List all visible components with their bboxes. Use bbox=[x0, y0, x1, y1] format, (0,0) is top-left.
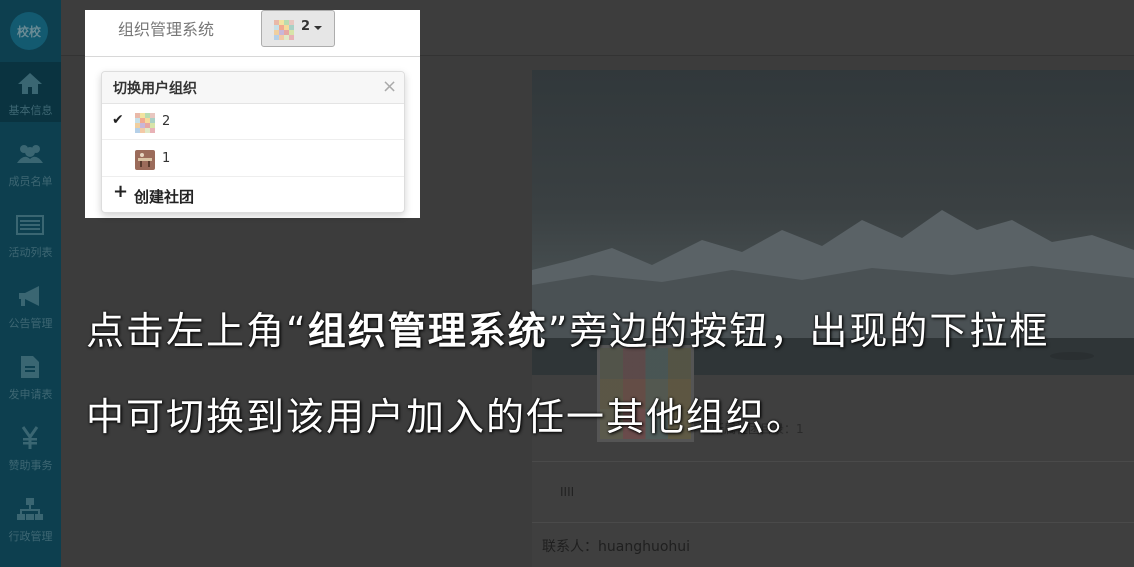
plus-icon: + bbox=[113, 181, 129, 202]
navbar-highlight: 组织管理系统 2 bbox=[85, 10, 420, 57]
current-org-number: 2 bbox=[301, 19, 311, 34]
divider bbox=[532, 461, 1134, 462]
org-option-1[interactable]: 1 bbox=[102, 141, 404, 177]
close-icon[interactable]: × bbox=[382, 77, 397, 97]
caption-highlight: 组织管理系统 bbox=[307, 309, 548, 353]
home-icon bbox=[15, 70, 45, 96]
sidebar-item-label: 成员名单 bbox=[8, 175, 53, 188]
check-icon: ✔ bbox=[112, 112, 124, 128]
org-chart-icon bbox=[15, 496, 45, 522]
org-tags: IIII bbox=[560, 485, 575, 499]
switch-org-dropdown: 切换用户组织 × ✔ 2 1 + 创建社团 bbox=[101, 71, 405, 213]
sidebar-item-label: 赞助事务 bbox=[8, 459, 53, 472]
sidebar-item-administration[interactable]: 行政管理 bbox=[0, 488, 61, 548]
megaphone-icon bbox=[15, 283, 45, 309]
org-avatar-icon bbox=[135, 113, 155, 133]
switch-org-button[interactable]: 2 bbox=[261, 10, 335, 47]
contact-value: huanghuohui bbox=[598, 539, 691, 555]
caption-before: 点击左上角“ bbox=[86, 309, 308, 353]
sidebar-item-label: 公告管理 bbox=[8, 317, 53, 330]
contact-person: 联系人：huanghuohui bbox=[542, 536, 690, 556]
sidebar-item-announcements[interactable]: 公告管理 bbox=[0, 275, 61, 335]
org-option-label: 2 bbox=[162, 114, 171, 129]
app-logo: 校校 bbox=[10, 12, 48, 50]
sidebar-item-applications[interactable]: 发申请表 bbox=[0, 346, 61, 406]
caret-down-icon bbox=[314, 26, 322, 30]
dropdown-title: 切换用户组织 bbox=[113, 81, 197, 97]
sidebar-item-members[interactable]: 成员名单 bbox=[0, 133, 61, 193]
create-club-label: 创建社团 bbox=[134, 188, 195, 206]
sidebar-item-label: 发申请表 bbox=[8, 388, 53, 401]
document-icon bbox=[15, 354, 45, 380]
sidebar-item-label: 活动列表 bbox=[8, 246, 53, 259]
sidebar-item-basic-info[interactable]: 基本信息 bbox=[0, 62, 61, 122]
org-option-2[interactable]: ✔ 2 bbox=[102, 104, 404, 140]
list-icon bbox=[15, 212, 45, 238]
create-club-item[interactable]: + 创建社团 bbox=[102, 178, 404, 214]
sidebar-item-activities[interactable]: 活动列表 bbox=[0, 204, 61, 264]
contact-label: 联系人： bbox=[542, 539, 598, 555]
users-icon bbox=[15, 141, 45, 167]
org-avatar-icon bbox=[135, 150, 155, 170]
sidebar-item-label: 基本信息 bbox=[8, 104, 53, 117]
sidebar-item-label: 行政管理 bbox=[8, 530, 53, 543]
sidebar: 校校 基本信息 成员名单 活动列表 公告管理 发申请表 赞助事务 行政管理 bbox=[0, 0, 61, 567]
dropdown-header: 切换用户组织 × bbox=[102, 72, 404, 104]
sidebar-item-sponsorship[interactable]: 赞助事务 bbox=[0, 417, 61, 477]
brand-title[interactable]: 组织管理系统 bbox=[118, 16, 214, 40]
yuan-icon bbox=[15, 425, 45, 451]
divider bbox=[532, 522, 1134, 523]
org-avatar-mini bbox=[274, 20, 294, 40]
org-option-label: 1 bbox=[162, 151, 171, 166]
tutorial-caption: 点击左上角“组织管理系统”旁边的按钮，出现的下拉框中可切换到该用户加入的任一其他… bbox=[86, 288, 1086, 460]
